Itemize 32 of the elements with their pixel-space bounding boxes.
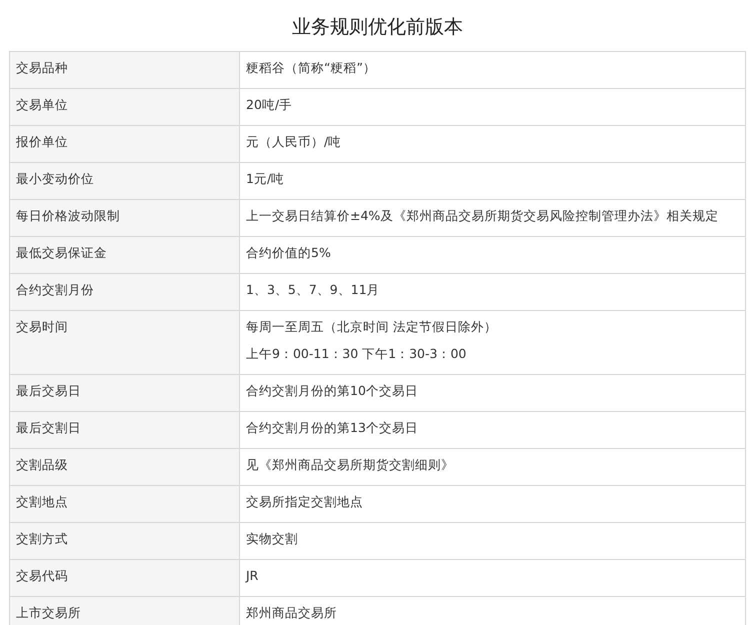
row-value: 见《郑州商品交易所期货交割细则》 — [246, 457, 454, 472]
row-value: 1元/吨 — [246, 171, 284, 186]
row-value: 上一交易日结算价±4%及《郑州商品交易所期货交易风险控制管理办法》相关规定 — [246, 208, 718, 223]
row-label: 最低交易保证金 — [16, 245, 107, 260]
page-title: 业务规则优化前版本 — [291, 15, 464, 40]
row-value: 郑州商品交易所 — [246, 605, 337, 620]
row-value: 交易所指定交割地点 — [246, 494, 363, 509]
row-label: 最小变动价位 — [16, 171, 94, 186]
row-value: 合约价值的5% — [246, 245, 331, 260]
row-label: 上市交易所 — [16, 605, 81, 620]
row-label: 交易代码 — [16, 568, 68, 583]
row-value: 每周一至周五（北京时间 法定节假日除外） — [246, 319, 497, 334]
row-value: 元（人民币）/吨 — [246, 134, 342, 149]
row-label: 最后交易日 — [16, 383, 81, 398]
row-value: 粳稻谷（简称“粳稻”） — [246, 60, 376, 75]
row-value: 实物交割 — [246, 531, 298, 546]
row-value: 合约交割月份的第13个交易日 — [246, 420, 418, 435]
row-label: 每日价格波动限制 — [16, 208, 120, 223]
row-label: 报价单位 — [16, 134, 68, 149]
row-value: JR — [246, 568, 258, 583]
row-value: 1、3、5、7、9、11月 — [246, 282, 380, 297]
row-label: 合约交割月份 — [16, 282, 94, 297]
row-label: 交易时间 — [16, 319, 68, 334]
row-value: 上午9：00-11：30 下午1：30-3：00 — [246, 346, 466, 361]
row-label: 交割地点 — [16, 494, 68, 509]
row-label: 最后交割日 — [16, 420, 81, 435]
row-value: 合约交割月份的第10个交易日 — [246, 383, 418, 398]
row-label: 交割方式 — [16, 531, 68, 546]
row-label: 交易单位 — [16, 97, 68, 112]
row-label: 交割品级 — [16, 457, 68, 472]
row-label: 交易品种 — [16, 60, 68, 75]
row-value: 20吨/手 — [246, 97, 292, 112]
